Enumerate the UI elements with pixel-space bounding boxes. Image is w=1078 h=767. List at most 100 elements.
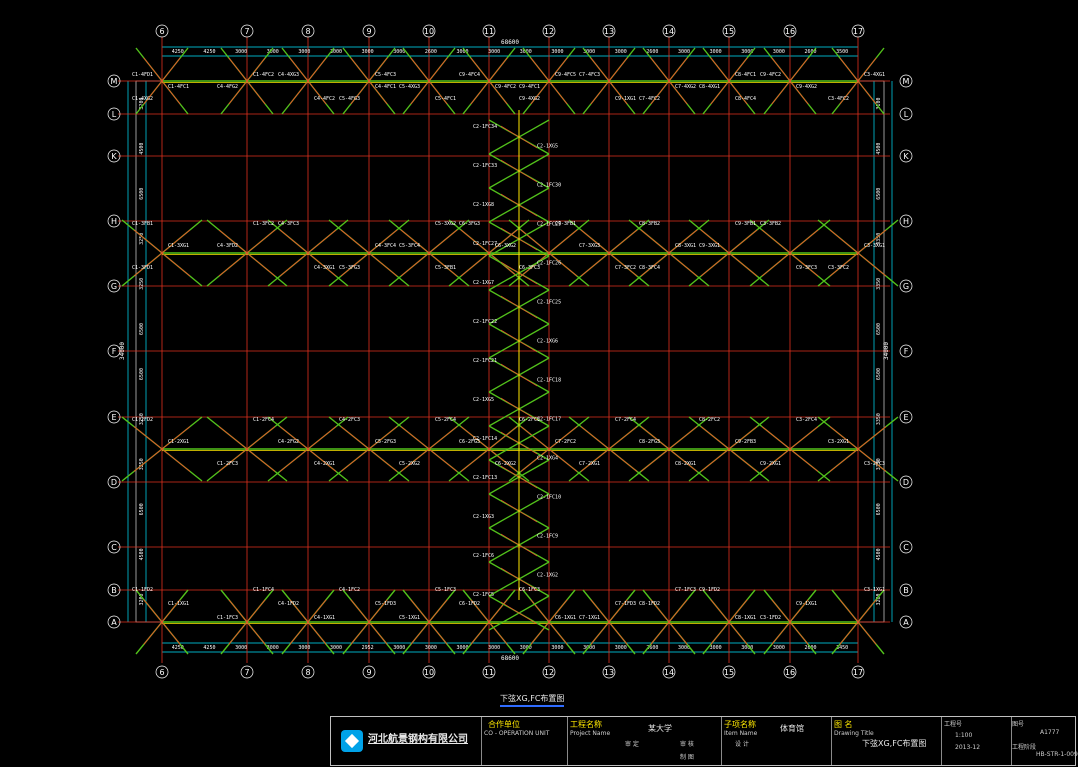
brace-label-row-b: C1-1XG1 [168,601,189,607]
project-label: 工程名称 [570,720,602,729]
brace-label-row-e: C7-2FC2 [555,439,576,445]
brace-label-row-b: C1-1FD2 [132,587,153,593]
brace-label-row-h: C4-3FC3 [278,221,299,227]
brace-label-center: C2-1FC21 [473,358,497,364]
grid-label-row: L [112,110,117,119]
brace-label-center: C2-1XG6 [537,339,558,345]
brace-label-row-b: C3-1FD2 [760,615,781,621]
bottom-span-dim: 3000 [488,645,500,651]
brace-label-row-m: C9-4FC2 [760,72,781,78]
subproject-value: 体育馆 [780,724,804,733]
grid-label-col: 12 [544,27,554,36]
bottom-span-dim: 3000 [393,645,405,651]
grid-label-col: 17 [853,27,863,36]
brace-label-row-b: C7-1XG1 [579,615,600,621]
grid-label-col: 10 [424,668,434,677]
grid-label-row: B [903,586,909,595]
steel-roof-bracing-plan: 6 6 7 7 8 8 9 9 10 10 11 11 12 12 13 13 14 14 15 15 16 16 17 17… [107,24,913,679]
right-span-dim: 6500 [876,503,882,515]
bottom-span-dim: 3000 [773,645,785,651]
brace-label-center: C2-1XG8 [473,202,494,208]
brace-label-center: C2-1FC13 [473,475,497,481]
brace-label-row-m: C7-4XG2 [675,84,696,90]
grid-label-col: 14 [664,27,674,36]
brace-label-center: C2-1FC14 [473,436,497,442]
company-name: 河北航景钢构有限公司 [368,734,468,745]
brace-label-row-b: C5-1FD3 [375,601,396,607]
brace-label-row-m: C5-4FC3 [375,72,396,78]
brace-label-row-e: C1-2FC4 [253,417,274,423]
brace-label-row-m: C8-4XG1 [699,84,720,90]
bottom-span-dim: 3000 [298,645,310,651]
overall-height-right: 34000 [883,342,890,360]
grid-label-col: 13 [604,27,614,36]
brace-label-row-h: C7-3XG3 [579,243,600,249]
brace-label-row-h: C9-3FC3 [796,265,817,271]
brace-label-row-h: C5-3FG3 [339,265,360,271]
bottom-span-dim: 3000 [425,645,437,651]
left-span-dim: 6500 [139,188,145,200]
client-label: 合作单位 [488,720,520,729]
brace-label-center: C2-1FC25 [537,300,561,306]
cad-viewport[interactable]: 6 6 7 7 8 8 9 9 10 10 11 11 12 12 13 13 14 14 15 15 16 16 17 17… [0,0,1078,767]
stage-label: 工程阶段 [1012,744,1037,751]
brace-label-row-h: C7-3FC2 [615,265,636,271]
brace-label-row-h: C1-3FB1 [132,221,153,227]
brace-label-row-h: C1-3FD1 [132,265,153,271]
grid-label-col: 17 [853,668,863,677]
brace-label-row-b: C4-1XG1 [314,615,335,621]
top-span-dim: 3000 [393,49,405,55]
grid-label-col: 6 [159,27,164,36]
subproject-label: 子项名称 [724,720,756,729]
brace-label-row-e: C8-2FC2 [699,417,720,423]
brace-label-row-m: C9-4XG2 [796,84,817,90]
grid-label-row: M [903,77,910,86]
brace-label-center: C2-1FC9 [537,534,558,540]
bottom-span-dim: 3000 [235,645,247,651]
drawing-label: 图 名 [834,720,853,729]
brace-label-row-m: C3-4XG1 [864,72,885,78]
brace-label-row-h: C1-3XG1 [168,243,189,249]
company-logo-icon [341,730,363,752]
brace-label-row-m: C1-4FC2 [253,72,274,78]
brace-label-center: C2-1XG4 [537,456,558,462]
grid-label-row: G [903,282,909,291]
brace-label-center: C2-1FC34 [473,124,497,130]
brace-label-row-m: C4-4FC2 [314,96,335,102]
brace-label-row-h: C5-3XG2 [435,221,456,227]
brace-label-row-b: C7-1FD3 [615,601,636,607]
grid-label-row: C [111,543,117,552]
brace-label-row-m: C1-4XG2 [132,96,153,102]
right-span-dim: 4500 [876,143,882,155]
brace-label-row-h: C4-3FC4 [375,243,396,249]
brace-label-row-e: C1-2FC3 [217,461,238,467]
brace-label-row-e: C9-2FB3 [735,439,756,445]
brace-label-row-e: C7-2FC4 [615,417,636,423]
overall-width-top: 68600 [501,39,519,46]
subproject-sub: Item Name [724,730,758,737]
code-value: HB-STR-1-009 [1036,751,1078,758]
left-span-dim: 3250 [139,278,145,290]
brace-label-center: C2-1XG3 [473,514,494,520]
brace-label-center: C2-1FC17 [537,417,561,423]
brace-label-row-b: C9-1FD2 [699,587,720,593]
approved-label: 审 定 [625,741,639,748]
brace-label-row-b: C5-1FC3 [435,587,456,593]
brace-label-row-e: C1-2FD2 [132,417,153,423]
grid-label-row: E [903,413,908,422]
client-sub: CO - OPERATION UNIT [484,730,550,737]
brace-label-row-e: C3-2XG1 [828,439,849,445]
brace-label-row-m: C5-4FC1 [435,96,456,102]
brace-label-center: C2-1FC10 [537,495,561,501]
grid-label-col: 16 [785,27,795,36]
bottom-span-dim: 3000 [330,645,342,651]
brace-label-row-b: C6-1FD2 [459,601,480,607]
brace-label-row-b: C1-1FC3 [217,615,238,621]
drawn-label: 制 图 [680,754,694,761]
brace-label-row-m: C5-4FG3 [339,96,360,102]
top-span-dim: 3000 [488,49,500,55]
brace-label-row-e: C1-2XG1 [168,439,189,445]
sheet-value: A1777 [1040,729,1060,736]
drawing-sub: Drawing Title [834,730,874,737]
project-sub: Project Name [570,730,611,737]
